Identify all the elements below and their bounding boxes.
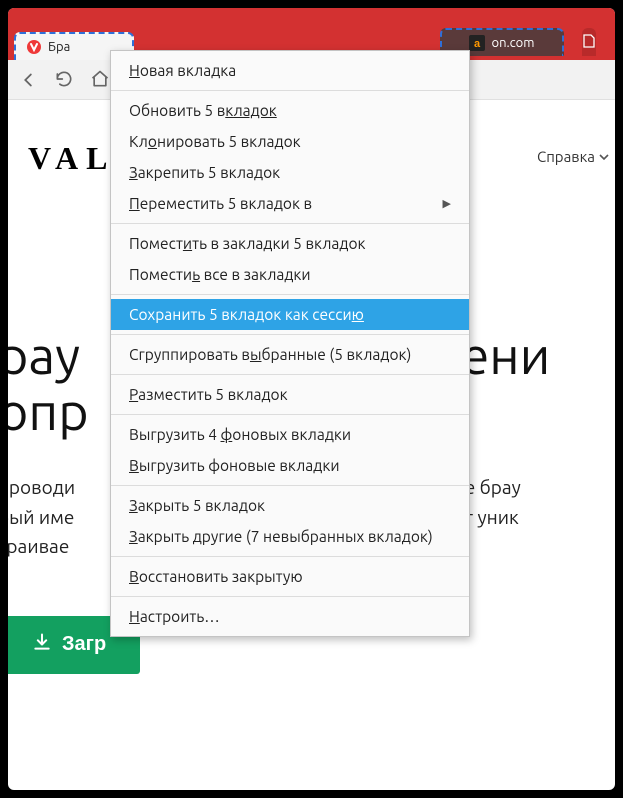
menu-pin-tabs[interactable]: Закрепить 5 вкладок bbox=[111, 157, 469, 188]
menu-hibernate-bg-all[interactable]: Выгрузить фоновые вкладки bbox=[111, 450, 469, 481]
menu-separator bbox=[111, 485, 469, 486]
download-label: Загр bbox=[62, 633, 106, 656]
tab-1-label: Бра bbox=[48, 40, 70, 54]
menu-close-selected[interactable]: Закрыть 5 вкладок bbox=[111, 490, 469, 521]
menu-separator bbox=[111, 414, 469, 415]
menu-separator bbox=[111, 556, 469, 557]
menu-move-tabs[interactable]: Переместить 5 вкладок в ▶ bbox=[111, 188, 469, 219]
menu-clone-tabs[interactable]: Клонировать 5 вкладок bbox=[111, 126, 469, 157]
svg-text:a: a bbox=[474, 38, 481, 50]
menu-bookmark-selected[interactable]: Поместить в закладки 5 вкладок bbox=[111, 228, 469, 259]
tab-context-menu: Новая вкладка Обновить 5 вкладок Клониро… bbox=[110, 50, 470, 637]
menu-bookmark-all[interactable]: Поместиь все в закладки bbox=[111, 259, 469, 290]
new-tab-button[interactable] bbox=[582, 28, 596, 56]
help-link[interactable]: Справка bbox=[537, 148, 609, 165]
menu-customize[interactable]: Настроить… bbox=[111, 601, 469, 632]
menu-separator bbox=[111, 223, 469, 224]
menu-save-session[interactable]: Сохранить 5 вкладок как сессию bbox=[111, 299, 469, 330]
menu-separator bbox=[111, 374, 469, 375]
menu-new-tab[interactable]: Новая вкладка bbox=[111, 55, 469, 86]
menu-hibernate-bg[interactable]: Выгрузить 4 фоновых вкладки bbox=[111, 419, 469, 450]
tab-amazon-label: on.com bbox=[491, 36, 534, 50]
chevron-down-icon bbox=[599, 148, 609, 165]
titlebar bbox=[8, 8, 615, 28]
menu-separator bbox=[111, 90, 469, 91]
help-label: Справка bbox=[537, 148, 595, 165]
menu-reopen-closed[interactable]: Восстановить закрытую bbox=[111, 561, 469, 592]
back-button[interactable] bbox=[18, 69, 40, 91]
menu-separator bbox=[111, 334, 469, 335]
menu-stack-tabs[interactable]: Сгруппировать выбранные (5 вкладок) bbox=[111, 339, 469, 370]
menu-separator bbox=[111, 596, 469, 597]
submenu-arrow-icon: ▶ bbox=[443, 197, 451, 210]
amazon-favicon-icon: a bbox=[469, 35, 485, 51]
browser-window: Бра a on.com VALD Справка bbox=[8, 8, 615, 790]
download-icon bbox=[32, 632, 52, 658]
menu-close-other[interactable]: Закрыть другие (7 невыбранных вкладок) bbox=[111, 521, 469, 552]
home-button[interactable] bbox=[90, 69, 112, 91]
vivaldi-favicon-icon bbox=[26, 39, 42, 55]
page-icon bbox=[583, 34, 595, 51]
menu-reload-tabs[interactable]: Обновить 5 вкладок bbox=[111, 95, 469, 126]
menu-separator bbox=[111, 294, 469, 295]
reload-button[interactable] bbox=[54, 69, 76, 91]
menu-tile-tabs[interactable]: Разместить 5 вкладок bbox=[111, 379, 469, 410]
